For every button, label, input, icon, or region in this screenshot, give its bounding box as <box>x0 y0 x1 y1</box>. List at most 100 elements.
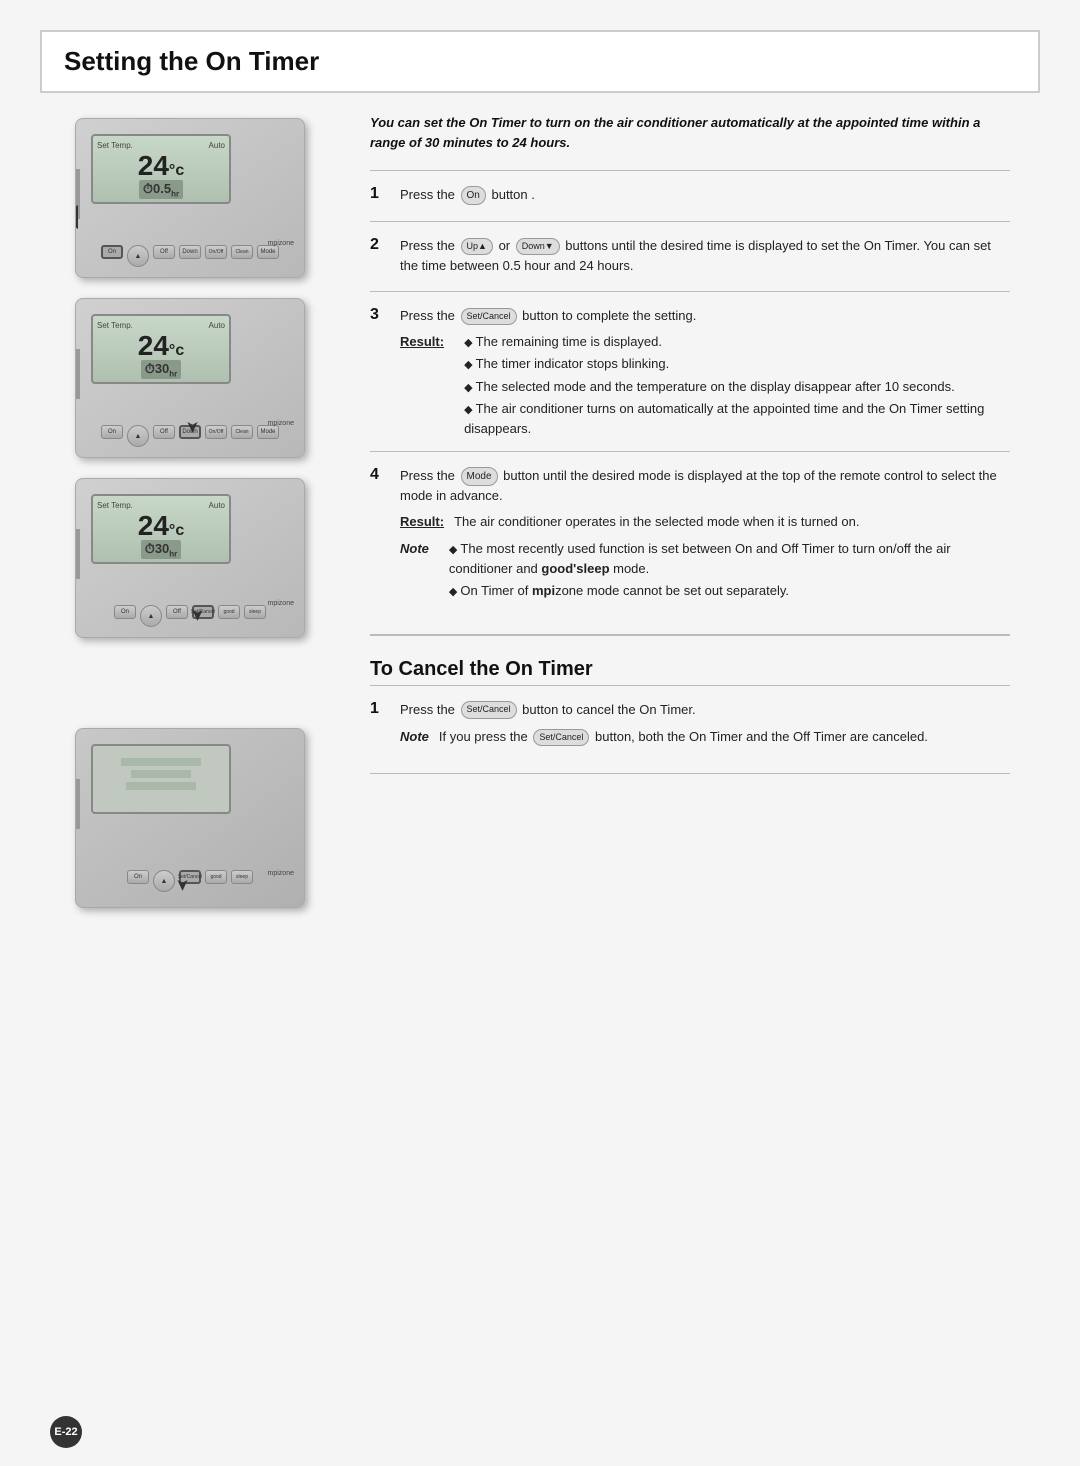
off-btn-3: Off <box>166 605 188 619</box>
step-1: 1 Press the On button . <box>370 170 1010 221</box>
setcancel-button-cancel: Set/Cancel <box>461 701 517 719</box>
cancel-step-number-1: 1 <box>370 700 388 753</box>
good-btn-4: good <box>205 870 227 884</box>
clean-btn-1: Clean <box>231 245 253 259</box>
note-bullets-4: The most recently used function is set b… <box>449 539 1010 604</box>
good-btn-3: good <box>218 605 240 619</box>
remote-image-4: On ▲ Set/Cancel good sleep mpizone ➤ <box>75 728 305 908</box>
step-4-text: Press the Mode button until the desired … <box>400 466 1010 506</box>
step-number-2: 2 <box>370 236 388 281</box>
clean-btn-2: Clean <box>231 425 253 439</box>
note-label-4: Note <box>400 539 429 559</box>
sleep-btn-3: sleep <box>244 605 266 619</box>
step-3-text: Press the Set/Cancel button to complete … <box>400 306 1010 326</box>
on-btn-2: On <box>101 425 123 439</box>
result-row-3: Result: The remaining time is displayed.… <box>400 332 1010 442</box>
note-block-4: Note The most recently used function is … <box>400 539 1010 604</box>
timer-display-1: ⏱0.5hr <box>139 180 183 200</box>
remote-image-3: Set Temp. Auto 24°c ⏱30hr On ▲ Off Set/C… <box>75 478 305 638</box>
step-3: 3 Press the Set/Cancel button to complet… <box>370 291 1010 451</box>
up-button-icon: Up▲ <box>461 238 493 256</box>
step-content-1: Press the On button . <box>400 185 1010 211</box>
left-column: Set Temp. Auto 24°c ⏱0.5hr On ▲ Off Down… <box>40 93 340 1466</box>
remote-image-2: Set Temp. Auto 24°c ⏱30hr On ▲ Off Down … <box>75 298 305 458</box>
remote-handle-3 <box>75 529 80 579</box>
timer-display-2: ⏱30hr <box>141 360 182 380</box>
step-content-2: Press the Up▲ or Down▼ buttons until the… <box>400 236 1010 281</box>
down-button-icon: Down▼ <box>516 238 560 256</box>
note-bullet-4-2: On Timer of mpizone mode cannot be set o… <box>449 581 1010 601</box>
buttons-area-1: On ▲ Off Down On/Off Clean Mode <box>84 245 296 267</box>
off-btn-1: Off <box>153 245 175 259</box>
on-btn-1: On <box>101 245 123 259</box>
up-btn-4: ▲ <box>153 870 175 892</box>
cancel-note-block: Note If you press the Set/Cancel button,… <box>400 727 1010 753</box>
note-bullet-4-1: The most recently used function is set b… <box>449 539 1010 578</box>
intro-text: You can set the On Timer to turn on the … <box>370 113 1010 152</box>
mode-btn-2: Mode <box>257 425 279 439</box>
step-1-text: Press the On button . <box>400 185 1010 205</box>
cancel-step-content-1: Press the Set/Cancel button to cancel th… <box>400 700 1010 753</box>
arrow-1 <box>75 205 78 229</box>
result-text-4: The air conditioner operates in the sele… <box>454 512 859 532</box>
remote-screen-3: Set Temp. Auto 24°c ⏱30hr <box>91 494 231 564</box>
cancel-step-1: 1 Press the Set/Cancel button to cancel … <box>370 685 1010 763</box>
remote-screen-4 <box>91 744 231 814</box>
spacer <box>40 653 340 713</box>
on-button-icon: On <box>461 186 486 205</box>
onoff-btn-1: On/Off <box>205 245 227 259</box>
set-temp-label-2: Set Temp. <box>97 321 133 330</box>
mode-label-1: Auto <box>209 141 225 150</box>
up-btn-1: ▲ <box>127 245 149 267</box>
cancel-note-text: If you press the Set/Cancel button, both… <box>439 727 928 747</box>
mode-button-icon: Mode <box>461 467 498 486</box>
cancel-step-1-text: Press the Set/Cancel button to cancel th… <box>400 700 1010 720</box>
mpizone-label-1: mpizone <box>268 240 294 247</box>
onoff-btn-2: On/Off <box>205 425 227 439</box>
set-temp-label-3: Set Temp. <box>97 501 133 510</box>
right-column: You can set the On Timer to turn on the … <box>340 93 1040 1466</box>
mpizone-label-4: mpizone <box>268 870 294 877</box>
result-bullet-3-1: The remaining time is displayed. <box>464 332 1010 352</box>
result-bullet-3-4: The air conditioner turns on automatical… <box>464 399 1010 438</box>
step-4: 4 Press the Mode button until the desire… <box>370 451 1010 614</box>
mode-label-2: Auto <box>209 321 225 330</box>
mpizone-label-3: mpizone <box>268 600 294 607</box>
result-label-4: Result: <box>400 512 444 532</box>
result-row-4: Result: The air conditioner operates in … <box>400 512 1010 532</box>
mode-label-3: Auto <box>209 501 225 510</box>
temp-display-2: 24°c <box>138 332 184 360</box>
result-label-3: Result: <box>400 332 444 442</box>
set-temp-label-1: Set Temp. <box>97 141 133 150</box>
cancel-note-label: Note <box>400 727 429 747</box>
up-btn-2: ▲ <box>127 425 149 447</box>
down-btn-1: Down <box>179 245 201 259</box>
result-bullets-3: The remaining time is displayed. The tim… <box>464 332 1010 442</box>
off-btn-2: Off <box>153 425 175 439</box>
step-number-1: 1 <box>370 185 388 211</box>
result-bullet-3-3: The selected mode and the temperature on… <box>464 377 1010 397</box>
arrow-down-2: ➤ <box>183 420 203 433</box>
on-btn-3: On <box>114 605 136 619</box>
main-content: Set Temp. Auto 24°c ⏱0.5hr On ▲ Off Down… <box>0 93 1080 1466</box>
timer-display-3: ⏱30hr <box>141 540 182 560</box>
page-number-badge: E-22 <box>50 1416 82 1448</box>
bottom-divider <box>370 773 1010 774</box>
remote-screen-1: Set Temp. Auto 24°c ⏱0.5hr <box>91 134 231 204</box>
arrow-setcancel-3: ➤ <box>188 608 208 621</box>
cancel-section: To Cancel the On Timer <box>370 634 1010 685</box>
remote-image-1: Set Temp. Auto 24°c ⏱0.5hr On ▲ Off Down… <box>75 118 305 278</box>
page: Setting the On Timer Set Temp. Auto 24°c… <box>0 0 1080 1466</box>
step-2-text: Press the Up▲ or Down▼ buttons until the… <box>400 236 1010 275</box>
cancel-heading: To Cancel the On Timer <box>370 658 1010 685</box>
temp-display-3: 24°c <box>138 512 184 540</box>
mode-btn-1: Mode <box>257 245 279 259</box>
screen-line-3 <box>126 782 196 790</box>
step-number-3: 3 <box>370 306 388 441</box>
remote-handle-4 <box>75 779 80 829</box>
step-content-4: Press the Mode button until the desired … <box>400 466 1010 604</box>
step-number-4: 4 <box>370 466 388 604</box>
title-bar: Setting the On Timer <box>40 30 1040 93</box>
setcancel-button-note: Set/Cancel <box>533 729 589 747</box>
step-content-3: Press the Set/Cancel button to complete … <box>400 306 1010 441</box>
